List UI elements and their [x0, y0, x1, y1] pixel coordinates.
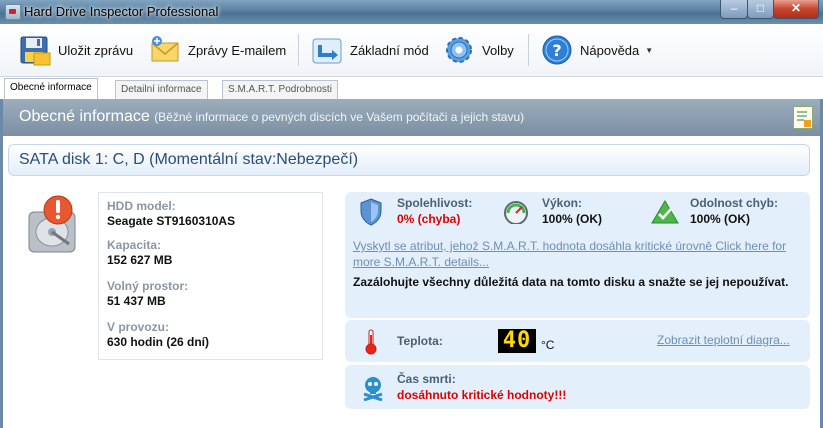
gauge-icon	[503, 200, 529, 227]
tab-bar: Obecné informace Detailní informace S.M.…	[0, 77, 823, 100]
report-icon[interactable]	[793, 106, 813, 129]
disk-info-box: HDD model: Seagate ST9160310AS Kapacita:…	[98, 192, 323, 360]
fault-tolerance-label: Odolnost chyb:	[690, 196, 778, 210]
help-icon: ?	[540, 33, 574, 67]
section-header: Obecné informace (Běžné informace o pevn…	[3, 99, 820, 136]
chevron-down-icon[interactable]: ▼	[645, 46, 653, 55]
svg-text:?: ?	[552, 41, 561, 60]
tab-general-info[interactable]: Obecné informace	[4, 78, 98, 100]
minimize-button[interactable]: –	[720, 0, 748, 19]
maximize-button[interactable]: □	[747, 0, 774, 19]
temperature-value: 40	[498, 329, 536, 353]
options-label: Volby	[482, 42, 514, 58]
reliability-label: Spolehlivost:	[397, 196, 473, 210]
free-space-value: 51 437 MB	[107, 294, 166, 308]
close-button[interactable]: ✕	[773, 0, 819, 19]
disk-heading-bar[interactable]: SATA disk 1: C, D (Momentální stav:Nebez…	[8, 144, 810, 176]
toolbar-separator	[298, 34, 299, 66]
health-status-panel: Spolehlivost: 0% (chyba) Výkon: 100% (OK…	[345, 192, 810, 318]
window-title: Hard Drive Inspector Professional	[24, 4, 219, 19]
save-report-label: Uložit zprávu	[58, 42, 134, 58]
free-space-label: Volný prostor:	[107, 279, 189, 293]
backup-warning: Zazálohujte všechny důležitá data na tom…	[353, 275, 789, 289]
disk-content: SATA disk 1: C, D (Momentální stav:Nebez…	[3, 136, 820, 428]
arrow-return-icon	[310, 33, 344, 67]
smart-details-link[interactable]: Vyskytl se atribut, jehož S.M.A.R.T. hod…	[353, 238, 793, 270]
disk-heading: SATA disk 1: C, D (Momentální stav:Nebez…	[19, 151, 359, 168]
title-bar: Hard Drive Inspector Professional – □ ✕	[0, 0, 823, 24]
toolbar-separator	[528, 34, 529, 66]
skull-icon	[361, 375, 385, 404]
shield-icon	[359, 198, 383, 229]
fault-tolerance-value: 100% (OK)	[690, 212, 751, 226]
uptime-label: V provozu:	[107, 320, 169, 334]
performance-value: 100% (OK)	[542, 212, 603, 226]
options-button[interactable]: Volby	[442, 32, 514, 68]
temperature-label: Teplota:	[397, 334, 443, 348]
section-title: Obecné informace (Běžné informace o pevn…	[19, 108, 524, 126]
basic-mode-button[interactable]: Základní mód	[310, 32, 429, 68]
capacity-value: 152 627 MB	[107, 253, 173, 267]
thermometer-icon	[365, 329, 377, 358]
uptime-value: 630 hodin (26 dní)	[107, 335, 210, 349]
model-value: Seagate ST9160310AS	[107, 214, 236, 228]
hard-drive-warning-icon	[25, 194, 81, 256]
reliability-value: 0% (chyba)	[397, 212, 461, 226]
gear-icon	[442, 33, 476, 67]
check-triangle-icon	[651, 200, 679, 227]
time-of-death-value: dosáhnuto kritické hodnoty!!!	[397, 388, 567, 402]
time-of-death-panel: Čas smrti: dosáhnuto kritické hodnoty!!!	[345, 365, 810, 409]
email-report-button[interactable]: Zprávy E-mailem	[148, 32, 286, 68]
temperature-unit: °C	[541, 338, 555, 352]
temperature-chart-link[interactable]: Zobrazit teplotní diagra...	[657, 333, 790, 347]
time-of-death-label: Čas smrti:	[397, 372, 456, 386]
capacity-label: Kapacita:	[107, 238, 162, 252]
email-report-label: Zprávy E-mailem	[188, 42, 287, 58]
performance-label: Výkon:	[542, 196, 583, 210]
temperature-panel: Teplota: 40 °C Zobrazit teplotní diagra.…	[345, 320, 810, 362]
save-report-button[interactable]: Uložit zprávu	[18, 32, 133, 68]
tab-smart-details[interactable]: S.M.A.R.T. Podrobnosti	[222, 80, 338, 99]
tab-detailed-info[interactable]: Detailní informace	[115, 80, 208, 99]
app-icon	[5, 4, 21, 20]
help-button[interactable]: ? Nápověda ▼	[540, 32, 653, 68]
envelope-icon	[148, 33, 182, 67]
help-label: Nápověda	[580, 42, 640, 58]
model-label: HDD model:	[107, 199, 176, 213]
floppy-disk-icon	[18, 33, 52, 67]
section-title-text: Obecné informace	[19, 108, 150, 125]
section-subtitle: (Běžné informace o pevných discích ve Va…	[154, 110, 525, 124]
toolbar: Uložit zprávu Zprávy E-mailem Základní m…	[0, 24, 823, 77]
basic-mode-label: Základní mód	[350, 42, 429, 58]
